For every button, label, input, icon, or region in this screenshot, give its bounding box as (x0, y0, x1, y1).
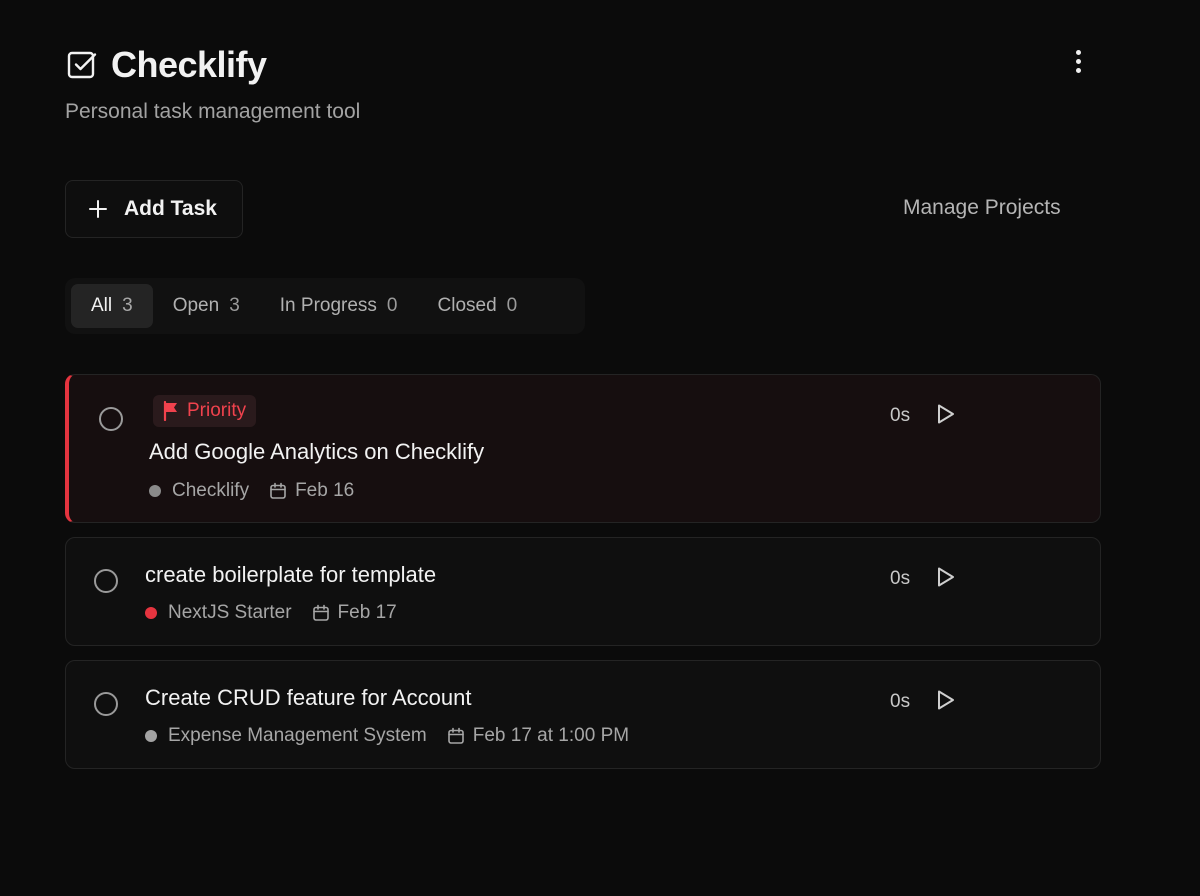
task-timer: 0s (890, 568, 911, 589)
tab-label: All (91, 295, 113, 316)
task-status-checkbox[interactable] (94, 692, 118, 716)
tab-label: In Progress (279, 295, 377, 316)
project-name: Checklify (172, 480, 250, 501)
task-title: Create CRUD feature for Account (145, 685, 472, 710)
tab-in-progress[interactable]: In Progress 0 (260, 284, 418, 328)
checkbox-check-icon (65, 48, 99, 82)
add-task-label: Add Task (124, 197, 217, 220)
app-header: Checklify (65, 44, 267, 86)
tab-closed[interactable]: Closed 0 (418, 284, 538, 328)
calendar-icon (312, 604, 329, 621)
tab-count: 3 (229, 295, 240, 316)
flag-icon (163, 401, 177, 421)
project-color-dot (145, 607, 157, 619)
task-meta: Checklify Feb 16 (149, 480, 354, 502)
tab-label: Closed (437, 295, 497, 316)
task-status-checkbox[interactable] (99, 407, 123, 431)
app-root: Checklify Personal task management tool … (0, 0, 1200, 896)
due-date: Feb 17 at 1:00 PM (472, 725, 630, 746)
tab-all[interactable]: All 3 (71, 284, 153, 328)
project-color-dot (145, 730, 157, 742)
tab-count: 3 (122, 295, 133, 316)
play-icon[interactable] (933, 565, 957, 589)
due-date: Feb 17 (337, 602, 397, 623)
tab-open[interactable]: Open 3 (153, 284, 260, 328)
task-title: create boilerplate for template (145, 562, 437, 587)
task-meta: Expense Management System Feb 17 at 1:00… (145, 725, 629, 747)
play-icon[interactable] (933, 402, 957, 426)
task-card[interactable]: Priority Add Google Analytics on Checkli… (65, 374, 1101, 523)
task-title: Add Google Analytics on Checklify (149, 439, 485, 464)
task-meta: NextJS Starter Feb 17 (145, 602, 397, 624)
priority-label: Priority (187, 400, 247, 421)
tab-label: Open (172, 295, 220, 316)
plus-icon (89, 200, 107, 218)
tab-count: 0 (386, 295, 398, 316)
project-color-dot (149, 485, 161, 497)
task-timer: 0s (890, 691, 911, 712)
status-filter-tabs: All 3 Open 3 In Progress 0 Closed 0 (65, 278, 585, 334)
priority-badge: Priority (153, 395, 257, 427)
due-date: Feb 16 (295, 480, 355, 501)
task-timer: 0s (890, 405, 911, 426)
add-task-button[interactable]: Add Task (65, 180, 243, 238)
project-name: Expense Management System (168, 725, 427, 746)
app-title: Checklify (111, 44, 267, 85)
play-icon[interactable] (933, 688, 957, 712)
tab-count: 0 (506, 295, 518, 316)
calendar-icon (270, 482, 286, 499)
app-subtitle: Personal task management tool (65, 100, 361, 123)
kebab-menu-icon[interactable] (1064, 44, 1092, 78)
manage-projects-link[interactable]: Manage Projects (903, 196, 1061, 220)
project-name: NextJS Starter (168, 602, 292, 623)
task-card[interactable]: create boilerplate for template NextJS S… (65, 537, 1101, 646)
task-card[interactable]: Create CRUD feature for Account Expense … (65, 660, 1101, 769)
calendar-icon (447, 727, 464, 744)
task-status-checkbox[interactable] (94, 569, 118, 593)
